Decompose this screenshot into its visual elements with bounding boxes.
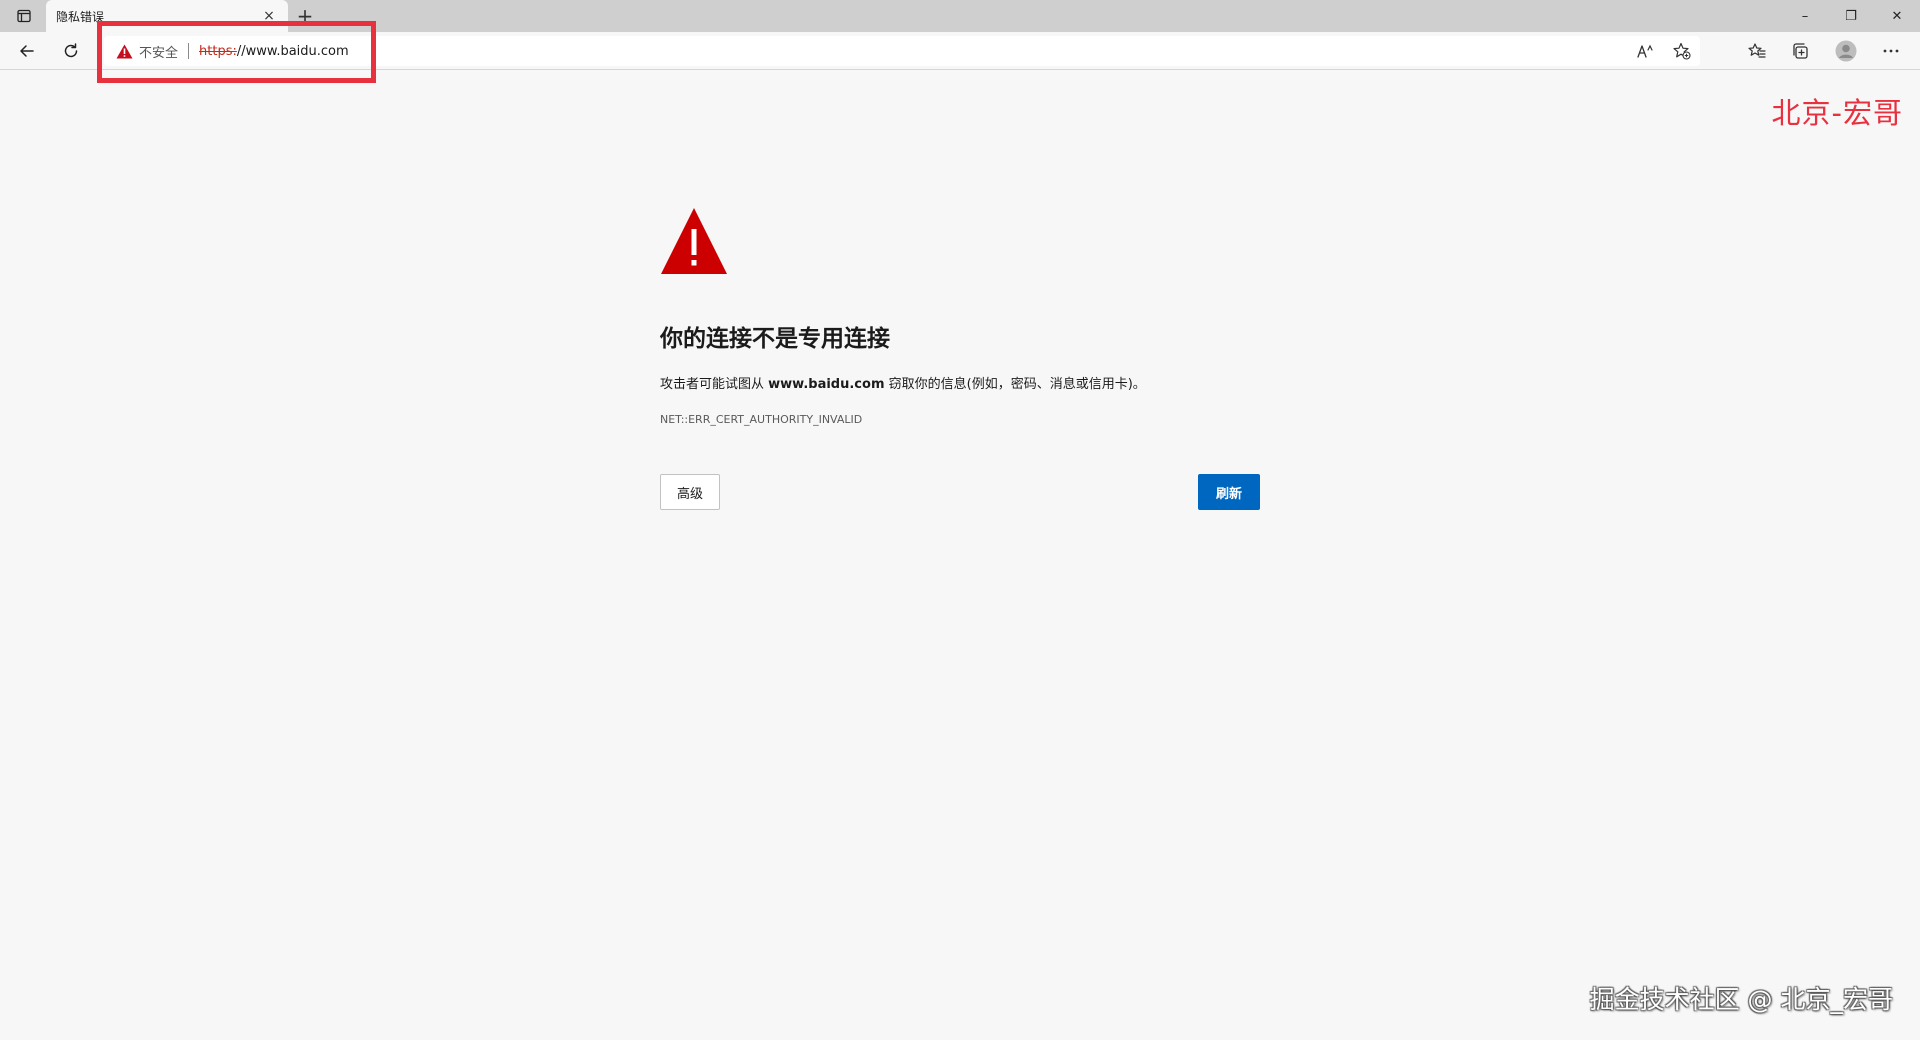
collections-icon: [1793, 43, 1808, 59]
description-prefix: 攻击者可能试图从: [660, 377, 769, 392]
page-title: 你的连接不是专用连接: [660, 326, 890, 352]
tab-actions-icon: [17, 9, 31, 23]
error-page-content: 你的连接不是专用连接 攻击者可能试图从 www.baidu.com 窃取你的信息…: [660, 207, 1260, 512]
favorites-button[interactable]: [1742, 37, 1772, 65]
watermark-bottom-right: 掘金技术社区 @ 北京_宏哥: [1589, 985, 1893, 1014]
restore-button[interactable]: ❐: [1828, 0, 1874, 32]
profile-icon: [1835, 40, 1857, 62]
tab-actions-menu-button[interactable]: [8, 4, 40, 28]
profile-button[interactable]: [1831, 37, 1861, 65]
address-bar-actions: [1628, 36, 1700, 66]
description-suffix: 窃取你的信息(例如，密码、消息或信用卡)。: [884, 377, 1146, 392]
description-domain: www.baidu.com: [768, 377, 885, 392]
button-row: 高级 刷新: [660, 474, 1260, 512]
favorites-icon: [1748, 43, 1766, 58]
advanced-button[interactable]: 高级: [660, 474, 720, 510]
collections-button[interactable]: [1785, 37, 1815, 65]
annotation-highlight-box: [97, 21, 376, 83]
error-code: NET::ERR_CERT_AUTHORITY_INVALID: [660, 413, 863, 426]
settings-more-button[interactable]: [1876, 37, 1906, 65]
large-warning-icon: [661, 208, 727, 274]
back-button[interactable]: [12, 37, 42, 65]
close-window-button[interactable]: ✕: [1874, 0, 1920, 32]
window-controls: – ❐ ✕: [1782, 0, 1920, 32]
watermark-top-right: 北京-宏哥: [1771, 96, 1903, 130]
minimize-button[interactable]: –: [1782, 0, 1828, 32]
add-favorite-button[interactable]: [1664, 36, 1700, 66]
refresh-icon: [64, 43, 78, 58]
refresh-page-button[interactable]: [56, 37, 86, 65]
read-aloud-button[interactable]: [1628, 36, 1664, 66]
back-icon: [20, 45, 34, 57]
refresh-button[interactable]: 刷新: [1198, 474, 1260, 510]
read-aloud-icon: [1637, 44, 1653, 58]
error-description: 攻击者可能试图从 www.baidu.com 窃取你的信息(例如，密码、消息或信…: [660, 373, 1260, 392]
more-icon: [1883, 49, 1899, 53]
add-favorite-icon: [1673, 42, 1691, 60]
